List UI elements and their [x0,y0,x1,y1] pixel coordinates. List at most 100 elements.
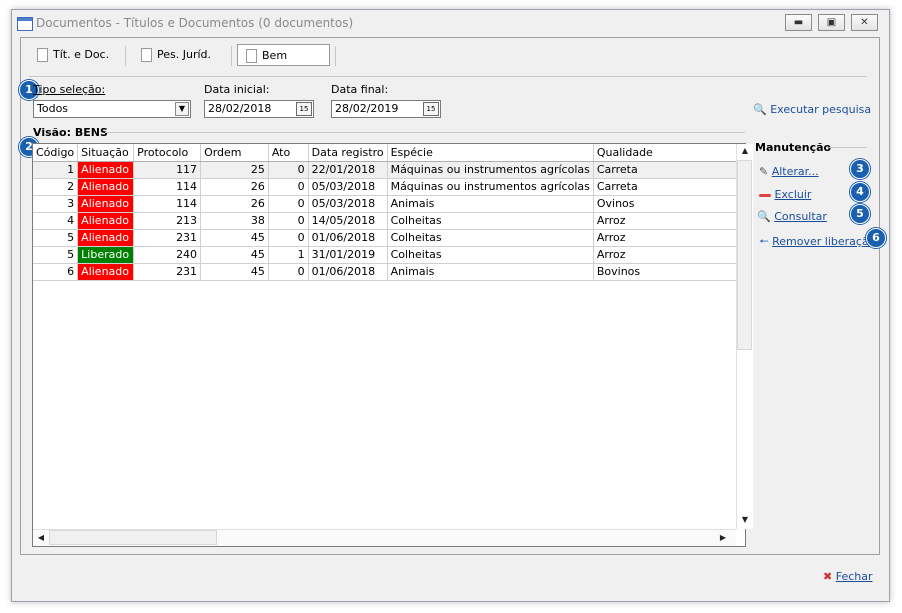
cell-data: 22/01/2018 [308,161,388,179]
vertical-scroll-thumb[interactable] [737,160,752,350]
window-icon [17,17,33,31]
view-title: Visão: BENS [33,126,108,139]
cell-qualidade: Arroz [593,246,745,264]
cell-codigo: 1 [33,161,79,179]
cell-especie: Colheitas [387,229,594,247]
scroll-down-icon[interactable]: ▼ [737,515,753,524]
bens-grid[interactable]: Código Situação Protocolo Ordem Ato Data… [32,143,746,547]
data-inicial-field[interactable]: 28/02/2018 15 [204,100,314,118]
client-area: Tít. e Doc. Pes. Juríd. Bem 1 Tipo seleç… [19,37,886,555]
chevron-down-icon[interactable]: ▼ [175,102,189,116]
calendar-icon[interactable]: 15 [296,102,312,116]
table-row[interactable]: 3 Alienado 114 26 0 05/03/2018 Animais Ovinos [33,195,745,213]
tab-bar: Tít. e Doc. Pes. Juríd. Bem [21,38,879,68]
cell-qualidade: Carreta [593,161,745,179]
cell-codigo: 3 [33,195,79,213]
minimize-button[interactable]: ▬ [785,14,812,31]
cell-especie: Máquinas ou instrumentos agrícolas [387,161,594,179]
col-especie[interactable]: Espécie [387,144,594,162]
document-icon [246,49,257,63]
callout-badge-5: 5 [850,204,870,224]
tab-pes-jurid[interactable]: Pes. Juríd. [133,44,228,66]
consultar-button[interactable]: 🔍 Consultar [757,210,827,223]
cell-situacao: Alienado [77,212,135,230]
tipo-selecao-select[interactable]: Todos ▼ [33,100,191,118]
cell-situacao: Alienado [77,195,135,213]
tipo-selecao-value: Todos [37,102,69,115]
calendar-icon[interactable]: 15 [423,102,439,116]
data-final-value: 28/02/2019 [335,102,399,115]
col-ordem[interactable]: Ordem [200,144,269,162]
cell-ato: 0 [268,229,309,247]
scroll-left-icon[interactable]: ◀ [33,533,49,542]
cell-qualidade: Carreta [593,178,745,196]
cell-ordem: 26 [200,195,269,213]
table-row[interactable]: 1 Alienado 117 25 0 22/01/2018 Máquinas ou ins… [33,161,745,179]
cell-ordem: 26 [200,178,269,196]
tab-label: Tít. e Doc. [53,48,110,61]
table-row[interactable]: 5 Liberado 240 45 1 31/01/2019 Colheitas Arroz [33,246,745,264]
excluir-button[interactable]: Excluir [759,188,811,201]
tab-bem[interactable]: Bem [237,44,330,66]
cell-data: 05/03/2018 [308,178,388,196]
search-icon: 🔍 [757,210,771,223]
executar-pesquisa-link[interactable]: 🔍 Executar pesquisa [753,103,871,116]
arrow-left-icon: 🠔 [759,235,769,248]
table-row[interactable]: 5 Alienado 231 45 0 01/06/2018 Colheitas Arroz [33,229,745,247]
cell-ordem: 25 [200,161,269,179]
col-ato[interactable]: Ato [268,144,309,162]
table-row[interactable]: 6 Alienado 231 45 0 01/06/2018 Animais Bovinos [33,263,745,281]
cell-ato: 1 [268,246,309,264]
cell-ordem: 45 [200,263,269,281]
cell-codigo: 6 [33,263,79,281]
horizontal-scrollbar[interactable]: ◀ ▶ [33,529,736,546]
search-icon: 🔍 [753,103,767,116]
document-icon [37,48,48,62]
cell-protocolo: 240 [133,246,202,264]
remover-liberacao-button[interactable]: 🠔 Remover liberação [759,233,875,252]
close-x-icon: ✖ [823,570,833,583]
data-final-field[interactable]: 28/02/2019 15 [331,100,441,118]
cell-ato: 0 [268,263,309,281]
tab-separator [231,46,232,66]
cell-data: 01/06/2018 [308,229,388,247]
cell-ato: 0 [268,178,309,196]
alterar-button[interactable]: ✎ Alterar... [759,165,819,178]
col-data-registro[interactable]: Data registro [308,144,388,162]
remover-liberacao-label: Remover liberação [772,235,876,248]
tab-label: Pes. Juríd. [157,48,212,61]
view-title-divider [105,132,745,133]
col-qualidade[interactable]: Qualidade [593,144,745,162]
col-codigo[interactable]: Código [33,144,79,162]
close-window-button[interactable]: ✕ [851,14,878,31]
table-row[interactable]: 2 Alienado 114 26 0 05/03/2018 Máquinas ou ins… [33,178,745,196]
cell-protocolo: 117 [133,161,202,179]
document-icon [141,48,152,62]
tab-separator [125,46,126,66]
col-protocolo[interactable]: Protocolo [133,144,202,162]
cell-situacao: Alienado [77,161,135,179]
scroll-up-icon[interactable]: ▲ [737,146,753,155]
cell-especie: Animais [387,263,594,281]
cell-codigo: 4 [33,212,79,230]
maximize-button[interactable]: ▣ [818,14,845,31]
cell-qualidade: Bovinos [593,263,745,281]
cell-qualidade: Arroz [593,212,745,230]
fechar-button[interactable]: ✖ Fechar [823,570,873,583]
cell-data: 14/05/2018 [308,212,388,230]
horizontal-scroll-thumb[interactable] [49,530,217,545]
scroll-right-icon[interactable]: ▶ [715,533,731,542]
cell-data: 05/03/2018 [308,195,388,213]
vertical-scrollbar[interactable]: ▲ ▼ [736,144,753,529]
data-inicial-value: 28/02/2018 [208,102,272,115]
window-title: Documentos - Títulos e Documentos (0 doc… [36,16,354,30]
executar-pesquisa-label: Executar pesquisa [770,103,872,116]
table-row[interactable]: 4 Alienado 213 38 0 14/05/2018 Colheitas Arroz [33,212,745,230]
cell-qualidade: Arroz [593,229,745,247]
cell-ato: 0 [268,195,309,213]
cell-protocolo: 114 [133,195,202,213]
cell-codigo: 5 [33,229,79,247]
col-situacao[interactable]: Situação [77,144,135,162]
tab-tit-doc[interactable]: Tít. e Doc. [29,44,124,66]
cell-situacao: Liberado [77,246,135,264]
